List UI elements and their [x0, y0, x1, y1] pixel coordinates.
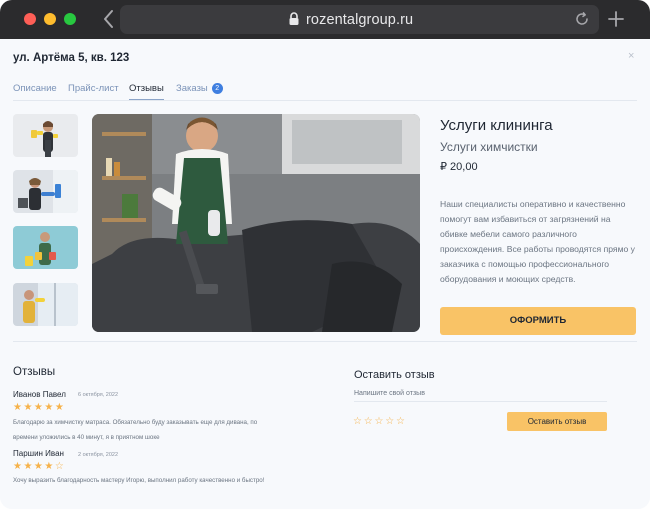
reviews-heading: Отзывы	[13, 366, 56, 378]
window-cleaning-photo	[13, 170, 78, 213]
review-date: 2 октября, 2022	[78, 452, 119, 458]
thumbnail-2[interactable]	[13, 170, 78, 213]
page-title: ул. Артёма 5, кв. 123	[13, 52, 130, 64]
order-button[interactable]: ОФОРМИТЬ	[440, 307, 636, 335]
tab-description[interactable]: Описание	[13, 83, 57, 94]
tab-orders-label: Заказы	[176, 83, 208, 94]
review-text: Хочу выразить благодарность мастеру Игор…	[13, 477, 265, 484]
tab-price-list[interactable]: Прайс-лист	[68, 83, 119, 94]
browser-toolbar: rozentalgroup.ru	[0, 0, 650, 39]
sofa-cleaning-photo	[92, 114, 420, 332]
review-input-underline	[354, 401, 607, 402]
tab-reviews[interactable]: Отзывы	[129, 83, 164, 100]
tab-bar: Описание Прайс-лист Отзывы Заказы 2	[13, 83, 637, 101]
review-author: Паршин Иван	[13, 449, 64, 458]
review-rating-stars: ★★★★★	[13, 402, 66, 413]
new-tab-icon[interactable]	[607, 10, 625, 28]
thumbnail-1[interactable]	[13, 114, 78, 157]
submit-review-button[interactable]: Оставить отзыв	[507, 412, 607, 431]
url-text: rozentalgroup.ru	[306, 12, 414, 28]
product-subtitle: Услуги химчистки	[440, 140, 538, 154]
page-content: ул. Артёма 5, кв. 123 × Описание Прайс-л…	[0, 39, 650, 509]
maximize-window-button[interactable]	[64, 13, 76, 25]
close-icon[interactable]: ×	[628, 50, 634, 62]
window-washing-photo	[13, 283, 78, 326]
product-description: Наши специалисты оперативно и качественн…	[440, 199, 635, 284]
thumbnail-4[interactable]	[13, 283, 78, 326]
back-arrow-icon[interactable]	[102, 9, 116, 29]
minimize-window-button[interactable]	[44, 13, 56, 25]
product-price: ₽ 20,00	[440, 161, 478, 173]
orders-count-badge: 2	[211, 83, 223, 94]
reload-icon[interactable]	[574, 11, 590, 27]
product-title: Услуги клининга	[440, 117, 553, 134]
product-main-photo	[92, 114, 420, 332]
thumbnail-3[interactable]	[13, 226, 78, 269]
section-divider	[13, 341, 637, 342]
review-rating-stars: ★★★★☆	[13, 461, 66, 472]
tab-orders[interactable]: Заказы 2	[176, 83, 223, 94]
address-bar[interactable]: rozentalgroup.ru	[120, 5, 599, 34]
review-input-label[interactable]: Напишите свой отзыв	[354, 390, 425, 397]
lock-icon	[289, 12, 299, 25]
review-author: Иванов Павел	[13, 390, 66, 399]
review-date: 6 октября, 2022	[78, 392, 119, 398]
browser-window: rozentalgroup.ru ул. Артёма 5, кв. 123 ×…	[0, 0, 650, 509]
leave-review-heading: Оставить отзыв	[354, 369, 435, 381]
rating-selector-stars[interactable]: ☆☆☆☆☆	[353, 417, 407, 427]
review-text: Благодарю за химчистку матраса. Обязател…	[13, 419, 258, 441]
cleaner-woman-photo	[13, 114, 78, 157]
close-window-button[interactable]	[24, 13, 36, 25]
cleaner-man-photo	[13, 226, 78, 269]
